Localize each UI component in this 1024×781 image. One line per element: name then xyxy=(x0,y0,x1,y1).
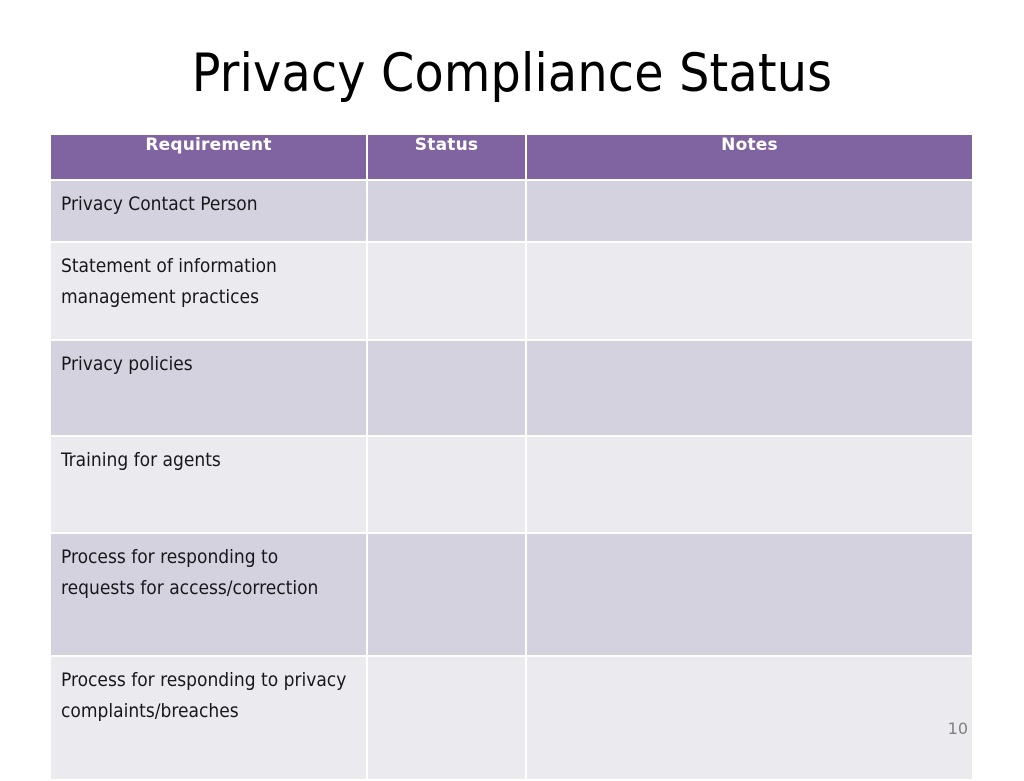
page-title: Privacy Compliance Status xyxy=(191,42,833,104)
column-header-status: Status xyxy=(368,135,527,181)
cell-notes[interactable] xyxy=(527,534,972,657)
table-row: Process for responding to requests for a… xyxy=(51,534,972,657)
cell-notes[interactable] xyxy=(527,657,972,781)
table-body: Privacy Contact Person Statement of info… xyxy=(51,181,972,781)
cell-notes[interactable] xyxy=(527,341,972,437)
cell-notes[interactable] xyxy=(527,437,972,534)
table-header: Requirement Status Notes xyxy=(51,135,972,181)
cell-status[interactable] xyxy=(368,341,527,437)
cell-requirement: Training for agents xyxy=(51,437,368,534)
cell-status[interactable] xyxy=(368,437,527,534)
table-row: Privacy Contact Person xyxy=(51,181,972,243)
cell-status[interactable] xyxy=(368,534,527,657)
cell-status[interactable] xyxy=(368,657,527,781)
cell-requirement: Statement of information management prac… xyxy=(51,243,368,341)
cell-requirement: Process for responding to privacy compla… xyxy=(51,657,368,781)
column-header-requirement: Requirement xyxy=(51,135,368,181)
table-row: Training for agents xyxy=(51,437,972,534)
cell-status[interactable] xyxy=(368,243,527,341)
cell-requirement: Privacy policies xyxy=(51,341,368,437)
cell-notes[interactable] xyxy=(527,243,972,341)
cell-requirement: Process for responding to requests for a… xyxy=(51,534,368,657)
cell-notes[interactable] xyxy=(527,181,972,243)
table-header-row: Requirement Status Notes xyxy=(51,135,972,181)
table-row: Privacy policies xyxy=(51,341,972,437)
table-row: Statement of information management prac… xyxy=(51,243,972,341)
table-row: Process for responding to privacy compla… xyxy=(51,657,972,781)
slide-number: 10 xyxy=(947,719,968,738)
cell-status[interactable] xyxy=(368,181,527,243)
privacy-compliance-table: Requirement Status Notes Privacy Contact… xyxy=(51,135,972,781)
cell-requirement: Privacy Contact Person xyxy=(51,181,368,243)
column-header-notes: Notes xyxy=(527,135,972,181)
